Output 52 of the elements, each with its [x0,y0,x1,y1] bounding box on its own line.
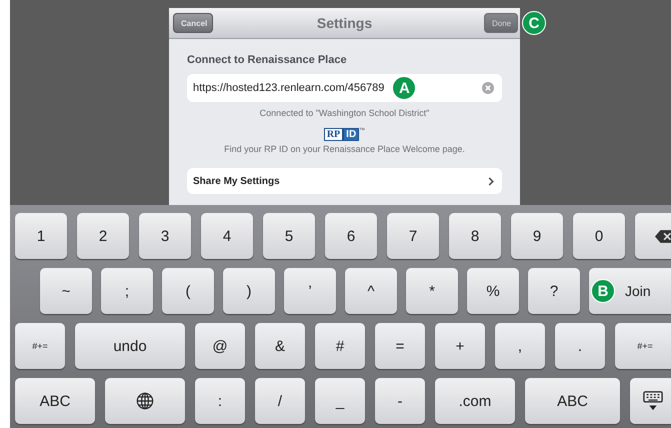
share-settings-row[interactable]: Share My Settings [187,168,502,194]
key[interactable]: 5 [263,213,315,259]
callout-badge: B [591,279,615,303]
key[interactable]: 6 [325,213,377,259]
key[interactable]: 1 [15,213,67,259]
key[interactable]: : [195,378,245,424]
key[interactable]: ^ [345,268,397,314]
key[interactable]: 0 [573,213,625,259]
symbols-key[interactable]: #+= [15,323,65,369]
join-key[interactable]: B Join [589,268,671,314]
key[interactable]: 3 [139,213,191,259]
globe-key[interactable] [105,378,185,424]
key[interactable]: 7 [387,213,439,259]
callout-badge: A [392,76,416,100]
key[interactable]: ? [528,268,580,314]
hide-keyboard-key[interactable] [630,378,671,424]
key[interactable]: & [255,323,305,369]
url-field[interactable]: https://hosted123.renlearn.com/456789 A [187,74,502,102]
hint-text: Find your RP ID on your Renaissance Place Welcome page. [223,144,466,154]
chevron-icon [488,176,494,186]
key[interactable]: ABC [15,378,95,424]
key[interactable]: ; [101,268,153,314]
key[interactable]: .com [435,378,515,424]
callout-badge: C [522,11,546,35]
key[interactable]: % [467,268,519,314]
symbols-key[interactable]: #+= [615,323,671,369]
delete-icon [655,230,671,242]
dialog-title: Settings [316,15,372,31]
status-text: Connected to "Washington School District" [258,108,430,118]
key[interactable]: 4 [201,213,253,259]
hide-keyboard-icon [642,391,662,411]
key[interactable]: # [315,323,365,369]
key[interactable]: ABC [525,378,620,424]
globe-icon [136,392,154,410]
key[interactable]: ’ [284,268,336,314]
key[interactable]: 2 [77,213,129,259]
key[interactable]: * [406,268,458,314]
key[interactable]: / [255,378,305,424]
key[interactable]: = [375,323,425,369]
key[interactable]: + [435,323,485,369]
key[interactable]: - [375,378,425,424]
key[interactable]: _ [315,378,365,424]
key[interactable]: undo [75,323,185,369]
section-title: Connect to Renaissance Place [187,54,348,66]
key[interactable]: @ [195,323,245,369]
key[interactable]: 9 [511,213,563,259]
key[interactable]: ( [162,268,214,314]
key[interactable]: , [495,323,545,369]
key[interactable]: 8 [449,213,501,259]
key[interactable]: . [555,323,605,369]
key[interactable]: ~ [40,268,92,314]
key[interactable]: ) [223,268,275,314]
